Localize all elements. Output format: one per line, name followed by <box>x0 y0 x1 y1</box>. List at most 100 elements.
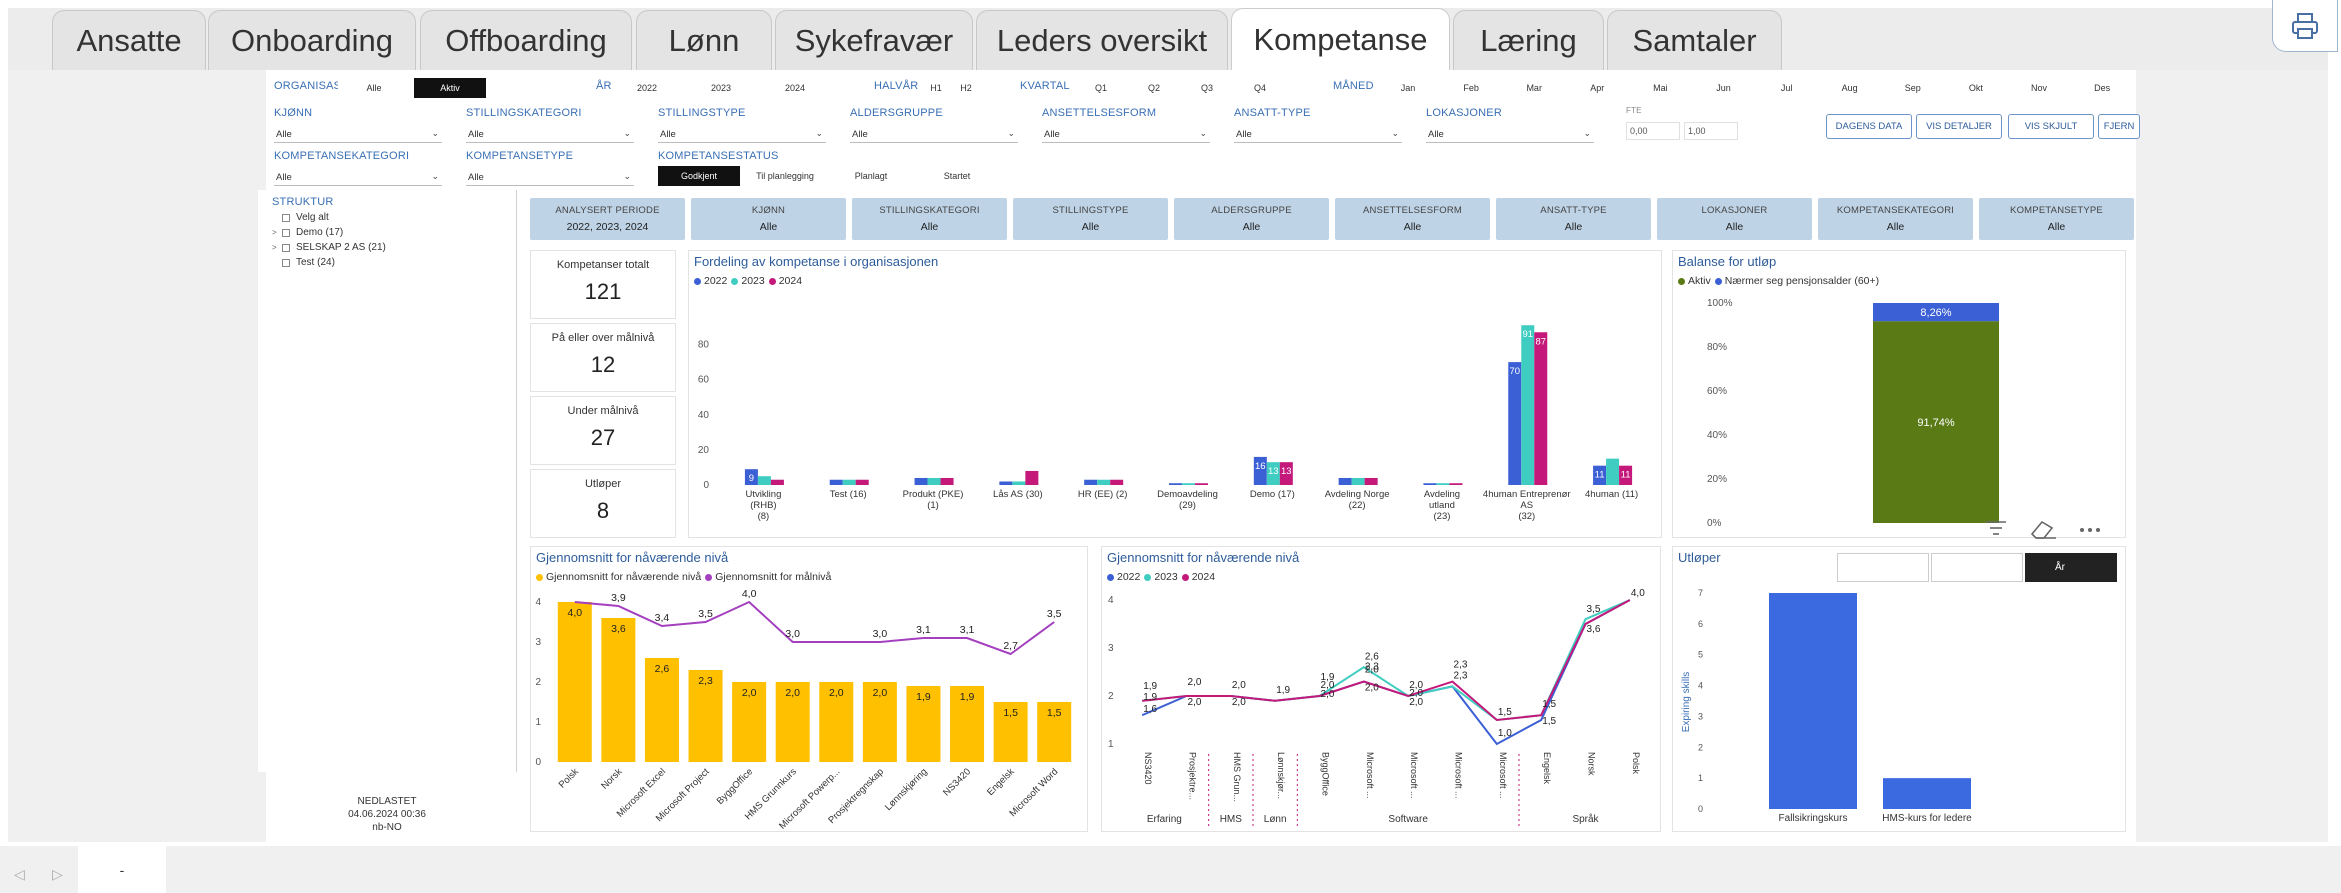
action-button[interactable]: VIS SKJULT <box>2008 114 2094 139</box>
bar[interactable] <box>1097 479 1111 485</box>
checkbox[interactable] <box>282 258 290 267</box>
bar[interactable] <box>770 479 784 485</box>
bar[interactable] <box>927 477 941 485</box>
bar[interactable] <box>1534 332 1548 485</box>
bar[interactable] <box>1182 483 1195 485</box>
bar[interactable] <box>1508 362 1522 485</box>
bar[interactable] <box>1195 483 1208 485</box>
filter-dropdown[interactable]: Alle ⌄ <box>658 126 826 143</box>
maned-option[interactable]: Sep <box>1882 78 1943 98</box>
tree-item[interactable]: Test (24) <box>272 257 335 268</box>
bar[interactable] <box>1012 481 1026 485</box>
year-option[interactable]: 2023 <box>686 78 756 98</box>
bar[interactable] <box>1169 483 1182 485</box>
utloper-chart[interactable]: Utløper År 0 1 2 3 4 5 6 7 Expiring skills Fallsi… <box>1672 546 2126 832</box>
bar[interactable] <box>757 476 771 485</box>
tab-1[interactable]: Onboarding <box>208 10 416 70</box>
bar[interactable] <box>940 477 954 485</box>
eraser-icon[interactable] <box>2030 520 2056 539</box>
series-line[interactable] <box>1141 599 1631 746</box>
page-tab[interactable]: - <box>78 846 166 893</box>
tree-item[interactable]: Velg alt <box>272 212 329 223</box>
kvartal-option[interactable]: Q3 <box>1182 78 1232 98</box>
checkbox[interactable] <box>282 228 290 237</box>
filter-icon[interactable] <box>1986 521 2006 535</box>
bar[interactable] <box>1769 593 1857 809</box>
bar[interactable] <box>1338 477 1352 485</box>
bar[interactable] <box>1351 477 1365 485</box>
bar[interactable] <box>1084 479 1098 485</box>
bar[interactable] <box>1883 778 1971 809</box>
kvartal-option[interactable]: Q1 <box>1076 78 1126 98</box>
bar[interactable] <box>914 477 928 485</box>
maned-option[interactable]: Apr <box>1567 78 1628 98</box>
fordeling-chart[interactable]: Fordeling av kompetanse i organisasjonen… <box>688 250 1662 538</box>
bar[interactable] <box>1110 479 1124 485</box>
bar[interactable] <box>1521 325 1535 485</box>
action-button[interactable]: DAGENS DATA <box>1826 114 1912 139</box>
tab-4[interactable]: Sykefravær <box>775 10 973 70</box>
status-option[interactable]: Planlagt <box>830 166 912 186</box>
bar[interactable] <box>842 479 856 485</box>
bar[interactable] <box>999 481 1013 485</box>
year-option[interactable]: 2022 <box>612 78 682 98</box>
fte-min-input[interactable]: 0,00 <box>1626 122 1680 140</box>
halvar-option[interactable]: H2 <box>952 78 980 98</box>
filter-dropdown[interactable]: Alle ⌄ <box>274 169 442 186</box>
expand-icon[interactable]: > <box>272 243 282 252</box>
filter-dropdown[interactable]: Alle ⌄ <box>1426 126 1594 143</box>
maned-option[interactable]: Mar <box>1504 78 1565 98</box>
checkbox[interactable] <box>282 243 290 252</box>
bar[interactable] <box>601 618 636 762</box>
filter-dropdown[interactable]: Alle ⌄ <box>1234 126 1402 143</box>
tab-0[interactable]: Ansatte <box>52 10 206 70</box>
status-option[interactable]: Til planlegging <box>744 166 826 186</box>
action-button[interactable]: FJERN <box>2098 114 2140 139</box>
maned-option[interactable]: Okt <box>1945 78 2006 98</box>
kvartal-option[interactable]: Q4 <box>1235 78 1285 98</box>
filter-dropdown[interactable]: Alle ⌄ <box>274 126 442 143</box>
more-icon[interactable] <box>2080 528 2100 532</box>
bar[interactable] <box>1606 458 1620 485</box>
organisasjon-option[interactable]: Aktiv <box>414 78 486 98</box>
status-option[interactable]: Godkjent <box>658 166 740 186</box>
year-option[interactable]: 2024 <box>760 78 830 98</box>
checkbox[interactable] <box>282 213 290 222</box>
halvar-option[interactable]: H1 <box>922 78 950 98</box>
bar[interactable] <box>557 602 592 762</box>
organisasjon-option[interactable]: Alle <box>338 78 410 98</box>
maned-option[interactable]: Mai <box>1630 78 1691 98</box>
next-page-icon[interactable]: ▷ <box>52 866 63 883</box>
bar[interactable] <box>1423 483 1437 485</box>
bar[interactable] <box>1025 470 1039 485</box>
snitt-ar-chart[interactable]: Gjennomsnitt for nåværende nivå 2022 2023… <box>1101 546 1661 832</box>
filter-dropdown[interactable]: Alle ⌄ <box>466 169 634 186</box>
series-line[interactable] <box>1142 599 1631 722</box>
bar[interactable] <box>855 479 869 485</box>
tab-7[interactable]: Læring <box>1453 10 1604 70</box>
bar[interactable] <box>1364 477 1378 485</box>
tree-item[interactable]: > Demo (17) <box>272 227 343 238</box>
filter-dropdown[interactable]: Alle ⌄ <box>1042 126 1210 143</box>
bar[interactable] <box>1436 483 1450 485</box>
expand-icon[interactable]: > <box>272 228 282 237</box>
status-option[interactable]: Startet <box>916 166 998 186</box>
tab-5[interactable]: Leders oversikt <box>976 10 1228 70</box>
bar[interactable] <box>829 479 843 485</box>
balanse-chart[interactable]: Balanse for utløp Aktiv Nærmer seg pensjo… <box>1672 250 2126 538</box>
maned-option[interactable]: Jun <box>1693 78 1754 98</box>
target-line[interactable] <box>574 600 1055 656</box>
filter-dropdown[interactable]: Alle ⌄ <box>466 126 634 143</box>
kvartal-option[interactable]: Q2 <box>1129 78 1179 98</box>
snitt-chart[interactable]: Gjennomsnitt for nåværende nivå Gjennoms… <box>530 546 1088 832</box>
tab-6[interactable]: Kompetanse <box>1231 8 1450 71</box>
tab-3[interactable]: Lønn <box>636 10 772 70</box>
tree-item[interactable]: > SELSKAP 2 AS (21) <box>272 242 386 253</box>
maned-option[interactable]: Nov <box>2009 78 2069 98</box>
action-button[interactable]: VIS DETALJER <box>1916 114 2002 139</box>
fte-max-input[interactable]: 1,00 <box>1684 122 1738 140</box>
prev-page-icon[interactable]: ◁ <box>14 866 25 883</box>
maned-option[interactable]: Jul <box>1756 78 1817 98</box>
tab-2[interactable]: Offboarding <box>420 10 632 70</box>
maned-option[interactable]: Jan <box>1378 78 1438 98</box>
